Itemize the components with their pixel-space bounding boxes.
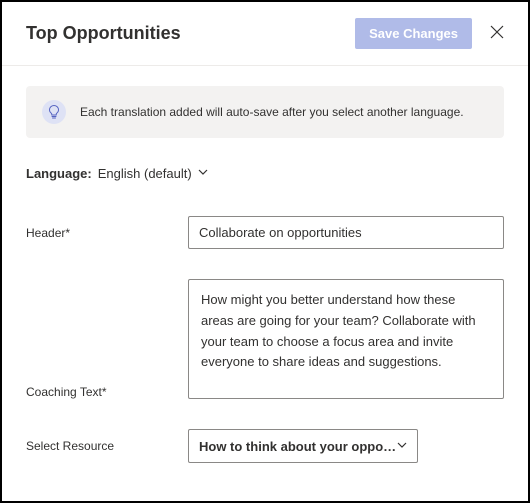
- save-changes-button[interactable]: Save Changes: [355, 18, 472, 49]
- dialog-panel: Top Opportunities Save Changes Each tran…: [0, 0, 530, 503]
- info-banner: Each translation added will auto-save af…: [26, 86, 504, 138]
- resource-field-row: Select Resource How to think about your …: [26, 429, 504, 463]
- dialog-content: Each translation added will auto-save af…: [2, 66, 528, 501]
- resource-field-label: Select Resource: [26, 439, 188, 453]
- header-actions: Save Changes: [355, 18, 508, 49]
- header-field-label: Header*: [26, 226, 188, 240]
- dialog-header: Top Opportunities Save Changes: [2, 2, 528, 66]
- language-label: Language:: [26, 166, 92, 181]
- chevron-down-icon: [397, 437, 407, 455]
- close-icon: [490, 25, 504, 42]
- coaching-text-input[interactable]: [188, 279, 504, 399]
- header-field-row: Header*: [26, 216, 504, 249]
- resource-select[interactable]: How to think about your opportunit…: [188, 429, 418, 463]
- chevron-down-icon: [198, 164, 208, 182]
- close-button[interactable]: [486, 21, 508, 46]
- language-value: English (default): [98, 166, 192, 181]
- page-title: Top Opportunities: [26, 23, 181, 44]
- resource-select-value: How to think about your opportunit…: [199, 439, 397, 454]
- language-selector[interactable]: Language: English (default): [26, 164, 504, 182]
- coaching-field-label: Coaching Text*: [26, 385, 188, 399]
- header-input[interactable]: [188, 216, 504, 249]
- info-banner-text: Each translation added will auto-save af…: [80, 105, 464, 119]
- lightbulb-icon: [42, 100, 66, 124]
- coaching-field-row: Coaching Text*: [26, 279, 504, 399]
